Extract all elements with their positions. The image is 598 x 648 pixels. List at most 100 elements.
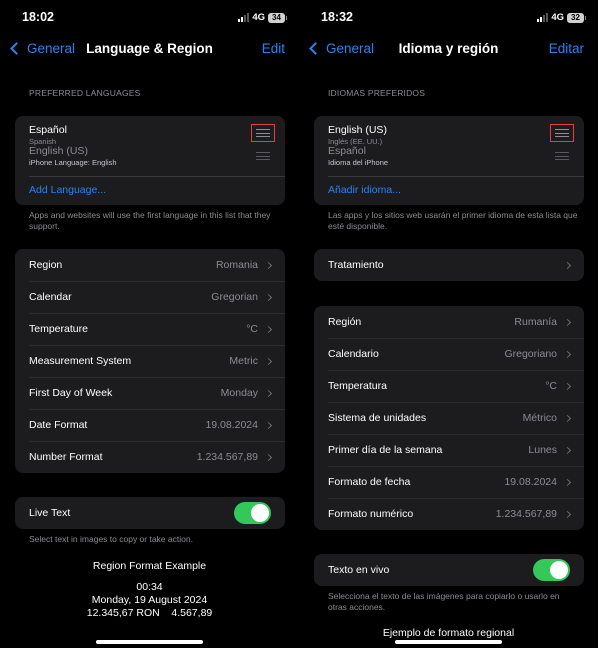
row-value: °C <box>246 323 258 335</box>
region-settings-list: Region Romania Calendar Gregorian Temper… <box>15 249 285 473</box>
back-button[interactable]: General <box>307 41 374 56</box>
settings-row-number-format[interactable]: Formato numérico 1.234.567,89 <box>314 498 584 530</box>
region-settings-list: Región Rumanía Calendario Gregoriano Tem… <box>314 306 584 530</box>
chevron-right-icon <box>264 389 273 397</box>
live-text-toggle[interactable] <box>533 559 570 581</box>
row-label: Formato numérico <box>328 508 414 520</box>
live-text-footer: Selecciona el texto de las imágenes para… <box>328 591 560 612</box>
settings-row-region[interactable]: Región Rumanía <box>314 306 584 338</box>
example-number: 4.567,89 <box>171 607 213 619</box>
settings-row-live-text: Texto en vivo <box>314 554 584 586</box>
row-label: Region <box>29 259 63 271</box>
settings-row-date-format[interactable]: Formato de fecha 19.08.2024 <box>314 466 584 498</box>
reorder-handle-icon[interactable] <box>256 152 270 160</box>
settings-row-treatment[interactable]: Tratamiento <box>314 249 584 281</box>
chevron-right-icon <box>563 318 572 326</box>
language-name: Español <box>29 124 67 136</box>
chevron-right-icon <box>264 421 273 429</box>
chevron-left-icon <box>10 42 23 55</box>
row-label: Temperature <box>29 323 88 335</box>
row-value: Metric <box>229 355 258 367</box>
status-indicators: 4G 34 <box>238 12 287 23</box>
preferred-languages-list: Español Spanish English (US) iPhone Lang… <box>15 116 285 205</box>
reorder-handle-icon[interactable] <box>550 124 574 142</box>
row-label: Tratamiento <box>328 259 384 271</box>
back-label: General <box>326 41 375 56</box>
add-language-button[interactable]: Add Language... <box>29 184 106 196</box>
example-title: Region Format Example <box>92 560 207 572</box>
chevron-right-icon <box>563 382 572 390</box>
settings-row-date-format[interactable]: Date Format 19.08.2024 <box>15 409 285 441</box>
region-format-example: Region Format Example 00:34 Monday, 19 A… <box>0 560 299 620</box>
row-label: Primer día de la semana <box>328 444 443 456</box>
example-time: 00:34 <box>136 581 163 593</box>
settings-row-live-text: Live Text <box>15 497 285 529</box>
preferred-languages-header: PREFERRED LANGUAGES <box>29 88 141 98</box>
row-value: 19.08.2024 <box>205 419 258 431</box>
preferred-languages-footer: Las apps y los sitios web usarán el prim… <box>328 210 578 231</box>
chevron-right-icon <box>563 478 572 486</box>
live-text-footer: Select text in images to copy or take ac… <box>29 534 193 544</box>
reorder-handle-icon[interactable] <box>555 152 569 160</box>
language-item-english[interactable]: English (US) iPhone Language: English <box>29 145 117 167</box>
settings-row-first-day-of-week[interactable]: Primer día de la semana Lunes <box>314 434 584 466</box>
row-value: Lunes <box>528 444 557 456</box>
preferred-languages-header: IDIOMAS PREFERIDOS <box>328 88 426 98</box>
back-button[interactable]: General <box>8 41 75 56</box>
language-subtitle: Idioma del iPhone <box>328 158 389 167</box>
network-type: 4G <box>252 12 265 23</box>
row-value: 1.234.567,89 <box>495 508 557 520</box>
row-label: Calendario <box>328 348 379 360</box>
status-time: 18:02 <box>22 10 54 24</box>
navigation-bar: General Language & Region Edit <box>0 40 299 62</box>
language-name: English (US) <box>29 145 88 157</box>
chevron-right-icon <box>264 357 273 365</box>
back-label: General <box>27 41 76 56</box>
language-item-spanish[interactable]: Español Idioma del iPhone <box>328 145 388 167</box>
chevron-right-icon <box>563 350 572 358</box>
live-text-group: Texto en vivo <box>314 554 584 586</box>
phone-screen-english: 18:02 4G 34 General Language & Region Ed… <box>0 0 299 648</box>
chevron-right-icon <box>264 261 273 269</box>
divider <box>29 176 285 177</box>
settings-row-temperature[interactable]: Temperature °C <box>15 313 285 345</box>
settings-row-number-format[interactable]: Number Format 1.234.567,89 <box>15 441 285 473</box>
row-label: Sistema de unidades <box>328 412 427 424</box>
chevron-right-icon <box>264 453 273 461</box>
settings-row-region[interactable]: Region Romania <box>15 249 285 281</box>
chevron-right-icon <box>264 293 273 301</box>
settings-row-first-day-of-week[interactable]: First Day of Week Monday <box>15 377 285 409</box>
row-value: 19.08.2024 <box>504 476 557 488</box>
treatment-group: Tratamiento <box>314 249 584 281</box>
chevron-right-icon <box>264 325 273 333</box>
example-currency: 12.345,67 RON <box>86 607 160 619</box>
add-language-button[interactable]: Añadir idioma... <box>328 184 401 196</box>
chevron-right-icon <box>563 446 572 454</box>
chevron-right-icon <box>563 261 572 269</box>
row-label: First Day of Week <box>29 387 113 399</box>
language-item-english[interactable]: English (US) Inglés (EE. UU.) <box>328 124 387 146</box>
home-indicator[interactable] <box>395 640 502 644</box>
settings-row-calendar[interactable]: Calendar Gregorian <box>15 281 285 313</box>
status-time: 18:32 <box>321 10 353 24</box>
row-value: Rumanía <box>514 316 557 328</box>
preferred-languages-footer: Apps and websites will use the first lan… <box>29 210 271 231</box>
region-format-example: Ejemplo de formato regional <box>299 627 598 639</box>
settings-row-temperature[interactable]: Temperatura °C <box>314 370 584 402</box>
row-label: Number Format <box>29 451 103 463</box>
row-label: Texto en vivo <box>328 564 390 576</box>
row-label: Measurement System <box>29 355 132 367</box>
battery-icon: 32 <box>567 12 586 23</box>
reorder-handle-icon[interactable] <box>251 124 275 142</box>
row-value: Gregorian <box>211 291 258 303</box>
language-item-spanish[interactable]: Español Spanish <box>29 124 67 146</box>
edit-button[interactable]: Edit <box>262 41 285 56</box>
row-label: Temperatura <box>328 380 387 392</box>
settings-row-calendar[interactable]: Calendario Gregoriano <box>314 338 584 370</box>
status-bar: 18:02 4G 34 <box>0 10 299 28</box>
settings-row-measurement-system[interactable]: Measurement System Metric <box>15 345 285 377</box>
home-indicator[interactable] <box>96 640 203 644</box>
live-text-toggle[interactable] <box>234 502 271 524</box>
edit-button[interactable]: Editar <box>549 41 584 56</box>
settings-row-measurement-system[interactable]: Sistema de unidades Métrico <box>314 402 584 434</box>
